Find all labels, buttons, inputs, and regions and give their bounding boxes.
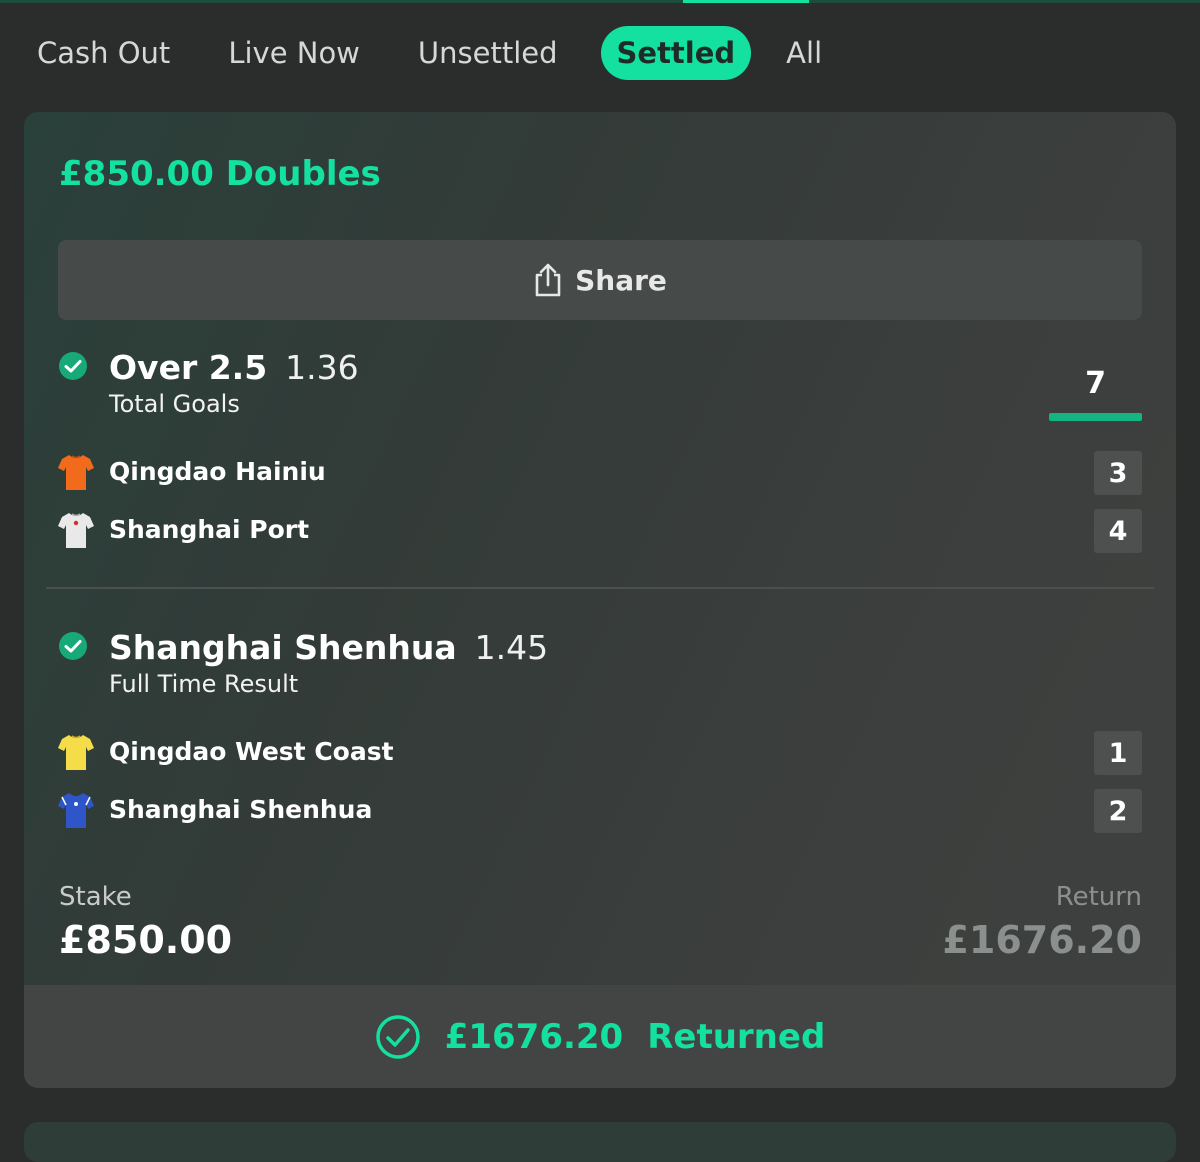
team-score: 2 [1094,789,1142,833]
team-score: 1 [1094,731,1142,775]
returned-amount: £1676.20 [444,1016,624,1057]
returned-check-icon [375,1014,420,1059]
tab-all[interactable]: All [771,26,837,80]
bet-title: £850.00 Doubles [59,154,381,194]
bet-card: £850.00 Doubles Share Over 2.5 1.36 Total… [24,112,1176,1088]
tab-settled[interactable]: Settled [600,26,752,80]
leg-2-selection: Shanghai Shenhua 1.45 [109,628,548,667]
next-bet-card [24,1122,1176,1162]
team-score: 3 [1094,451,1142,495]
team-shirt-icon [58,793,94,828]
leg-1-market: Total Goals [109,390,240,418]
returned-banner: £1676.20 Returned [24,985,1176,1088]
return-value: £1676.20 [942,918,1142,962]
returned-label: Returned [647,1016,826,1057]
team-score: 4 [1094,509,1142,553]
stake-label: Stake [59,882,132,912]
leg-2-market: Full Time Result [109,670,299,698]
team-name: Qingdao Hainiu [109,457,326,486]
team-row: Qingdao West Coast 1 [58,731,1142,775]
team-row: Qingdao Hainiu 3 [58,451,1142,495]
top-border [0,0,1200,3]
leg-divider [46,587,1154,589]
team-shirt-icon [58,513,94,548]
team-row: Shanghai Shenhua 2 [58,789,1142,833]
tab-cash-out[interactable]: Cash Out [22,26,185,80]
team-name: Qingdao West Coast [109,737,394,766]
leg-2-odds: 1.45 [474,628,549,667]
check-circle-icon [59,632,87,660]
share-button[interactable]: Share [58,240,1142,320]
tab-live-now[interactable]: Live Now [213,26,375,80]
bet-filter-tabs: Cash Out Live Now Unsettled Settled All [22,22,865,84]
top-border-active-indicator [683,0,809,3]
leg-2-selection-name: Shanghai Shenhua [109,628,457,667]
leg-1-selection-name: Over 2.5 [109,348,268,387]
team-name: Shanghai Port [109,515,310,544]
share-icon [535,263,561,297]
total-goals-indicator [1049,413,1142,421]
check-circle-icon [59,352,87,380]
team-name: Shanghai Shenhua [109,795,373,824]
total-goals-value: 7 [1085,366,1106,401]
tab-unsettled[interactable]: Unsettled [403,26,573,80]
leg-1-selection: Over 2.5 1.36 [109,348,359,387]
team-row: Shanghai Port 4 [58,509,1142,553]
leg-1-odds: 1.36 [285,348,359,387]
share-label: Share [575,263,667,297]
team-shirt-icon [58,735,94,770]
return-label: Return [1055,882,1142,912]
team-shirt-icon [58,455,94,490]
stake-value: £850.00 [59,918,233,962]
